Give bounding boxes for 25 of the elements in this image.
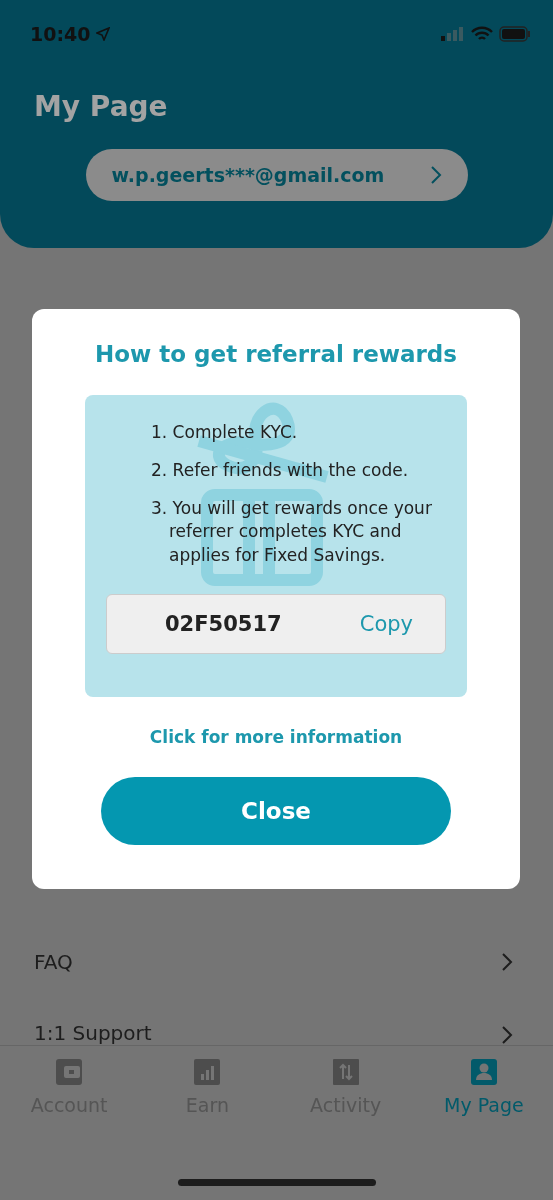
step-text: 2. Refer friends with the code. (151, 458, 410, 482)
step-text: 1. Complete KYC. (151, 421, 299, 444)
account-email-button[interactable]: w.p.geerts***@gmail.com (85, 149, 468, 201)
page-title: My Page (34, 90, 169, 123)
more-info-link[interactable]: Click for more information (149, 727, 403, 747)
nav-tab[interactable]: My Page (423, 1058, 544, 1200)
up-down-arrows-icon (331, 1058, 360, 1086)
person-icon (469, 1058, 498, 1086)
bar-chart-icon (193, 1058, 222, 1086)
wifi-icon (471, 26, 493, 42)
location-arrow-icon (96, 27, 111, 41)
status-time: 10:40 (30, 23, 91, 45)
chevron-right-icon (501, 1025, 513, 1045)
chevron-right-icon (501, 951, 513, 972)
wallet-icon (55, 1058, 84, 1086)
battery-icon (499, 26, 531, 42)
copy-button[interactable]: Copy (359, 612, 413, 636)
modal-title: How to get referral rewards (95, 341, 457, 367)
close-button[interactable]: Close (101, 777, 451, 845)
signal-icon (441, 27, 465, 41)
chevron-right-icon (429, 165, 442, 185)
menu-item[interactable]: 1:1 Support (34, 1021, 152, 1045)
menu-item[interactable]: FAQ (34, 949, 73, 974)
step-text: 3. You will get rewards once your referrer completes KYC and applies for Fixed Savings. (151, 496, 433, 568)
referral-code: 02F50517 (165, 612, 282, 636)
